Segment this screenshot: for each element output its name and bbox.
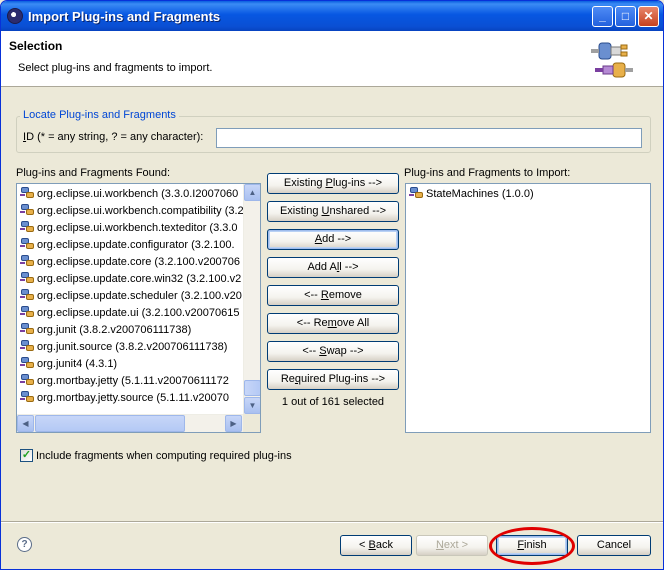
found-plugin-item[interactable]: org.eclipse.update.core.win32 (3.2.100.v… [20, 271, 241, 288]
plugin-icon [409, 186, 425, 200]
found-plugin-item-label: org.eclipse.ui.workbench.compatibility (… [37, 205, 244, 217]
found-plugin-item[interactable]: org.eclipse.update.ui (3.2.100.v20070615 [20, 305, 239, 322]
found-plugin-item[interactable]: org.eclipse.update.configurator (3.2.100… [20, 237, 235, 254]
found-plugin-item-label: org.mortbay.jetty (5.1.11.v20070611172 [37, 375, 229, 387]
plugin-icon [20, 271, 36, 285]
next-button[interactable]: Next > [416, 535, 488, 556]
page-title: Selection [9, 39, 63, 53]
found-plugin-item-label: org.eclipse.update.configurator (3.2.100… [37, 239, 235, 251]
found-plugin-item[interactable]: org.eclipse.update.core (3.2.100.v200706 [20, 254, 240, 271]
found-plugin-item-label: org.junit (3.8.2.v200706111738) [37, 324, 192, 336]
add-button[interactable]: Add --> [267, 229, 399, 250]
existing-unshared-button[interactable]: Existing Unshared --> [267, 201, 399, 222]
found-plugin-item[interactable]: org.mortbay.jetty (5.1.11.v20070611172 [20, 373, 229, 390]
import-list-label: Plug-ins and Fragments to Import: [404, 167, 571, 179]
plugin-icon [20, 373, 36, 387]
vertical-scrollbar[interactable]: ▲ ▼ [243, 184, 260, 414]
plugin-icon [20, 220, 36, 234]
h-scroll-thumb[interactable] [35, 415, 185, 432]
found-plugin-item-label: org.junit.source (3.8.2.v200706111738) [37, 341, 228, 353]
scroll-corner [243, 414, 260, 432]
cancel-button[interactable]: Cancel [577, 535, 651, 556]
back-button[interactable]: < Back [340, 535, 412, 556]
found-plugins-list[interactable]: org.eclipse.ui.workbench (3.3.0.I2007060… [16, 183, 261, 433]
plugin-icon [20, 288, 36, 302]
minimize-button[interactable]: _ [592, 6, 613, 27]
scroll-thumb[interactable] [244, 380, 260, 396]
maximize-button[interactable]: □ [615, 6, 636, 27]
found-plugin-item[interactable]: org.eclipse.ui.workbench (3.3.0.I2007060 [20, 186, 238, 203]
plugin-icon [20, 254, 36, 268]
found-list-label: Plug-ins and Fragments Found: [16, 167, 171, 179]
locate-group-title: Locate Plug-ins and Fragments [20, 109, 179, 121]
remove-button[interactable]: <-- Remove [267, 285, 399, 306]
horizontal-scrollbar[interactable]: ◀ ▶ [17, 414, 243, 432]
close-button[interactable]: ✕ [638, 6, 659, 27]
wizard-banner: Selection Select plug-ins and fragments … [1, 31, 663, 87]
selection-count: 1 out of 161 selected [281, 396, 385, 408]
scroll-right-icon[interactable]: ▶ [225, 415, 242, 432]
eclipse-icon [7, 8, 23, 24]
include-fragments-label[interactable]: Include fragments when computing require… [36, 450, 292, 462]
help-icon[interactable]: ? [17, 537, 32, 552]
found-plugin-item-label: org.eclipse.update.core.win32 (3.2.100.v… [37, 273, 242, 285]
include-fragments-checkbox[interactable]: ✓ [20, 449, 33, 462]
plugin-icon [20, 390, 36, 404]
found-plugin-item-label: org.junit4 (4.3.1) [37, 358, 118, 370]
import-plugin-item-label: StateMachines (1.0.0) [426, 188, 534, 200]
found-plugin-item-label: org.eclipse.ui.workbench (3.3.0.I2007060 [37, 188, 239, 200]
import-plugin-item[interactable]: StateMachines (1.0.0) [409, 186, 534, 203]
plugin-wizard-icon [591, 42, 633, 78]
id-filter-label: ID (* = any string, ? = any character): [23, 131, 204, 143]
import-plugins-dialog: Import Plug-ins and Fragments _ □ ✕ Sele… [0, 0, 664, 570]
import-plugins-list[interactable]: StateMachines (1.0.0) [405, 183, 651, 433]
found-plugin-item[interactable]: org.eclipse.ui.workbench.compatibility (… [20, 203, 244, 220]
found-plugin-item-label: org.eclipse.update.core (3.2.100.v200706 [37, 256, 241, 268]
remove-all-button[interactable]: <-- Remove All [267, 313, 399, 334]
existing-plugins-button[interactable]: Existing Plug-ins --> [267, 173, 399, 194]
plugin-icon [20, 356, 36, 370]
plugin-icon [20, 237, 36, 251]
page-description: Select plug-ins and fragments to import. [18, 62, 213, 74]
found-plugin-item-label: org.eclipse.update.scheduler (3.2.100.v2… [37, 290, 242, 302]
plugin-icon [20, 203, 36, 217]
scroll-up-icon[interactable]: ▲ [244, 184, 260, 201]
footer-separator [1, 521, 663, 523]
title-bar[interactable]: Import Plug-ins and Fragments _ □ ✕ [1, 1, 663, 31]
plugin-icon [20, 186, 36, 200]
plugin-icon [20, 305, 36, 319]
finish-highlight-circle [489, 527, 575, 565]
found-plugin-item[interactable]: org.junit4 (4.3.1) [20, 356, 117, 373]
window-title: Import Plug-ins and Fragments [28, 9, 221, 24]
found-plugin-item[interactable]: org.junit.source (3.8.2.v200706111738) [20, 339, 227, 356]
found-plugin-item-label: org.eclipse.update.ui (3.2.100.v20070615 [37, 307, 240, 319]
plugin-icon [20, 339, 36, 353]
swap-button[interactable]: <-- Swap --> [267, 341, 399, 362]
found-plugin-item[interactable]: org.eclipse.ui.workbench.texteditor (3.3… [20, 220, 238, 237]
found-plugin-item[interactable]: org.junit (3.8.2.v200706111738) [20, 322, 191, 339]
scroll-down-icon[interactable]: ▼ [244, 397, 260, 414]
scroll-left-icon[interactable]: ◀ [17, 415, 34, 432]
plugin-icon [20, 322, 36, 336]
found-plugin-item[interactable]: org.mortbay.jetty.source (5.1.11.v20070 [20, 390, 229, 407]
add-all-button[interactable]: Add All --> [267, 257, 399, 278]
found-plugin-item[interactable]: org.eclipse.update.scheduler (3.2.100.v2… [20, 288, 242, 305]
found-plugin-item-label: org.eclipse.ui.workbench.texteditor (3.3… [37, 222, 238, 234]
id-filter-input[interactable] [216, 128, 642, 148]
found-plugin-item-label: org.mortbay.jetty.source (5.1.11.v20070 [37, 392, 229, 404]
required-plugins-button[interactable]: Required Plug-ins --> [267, 369, 399, 390]
